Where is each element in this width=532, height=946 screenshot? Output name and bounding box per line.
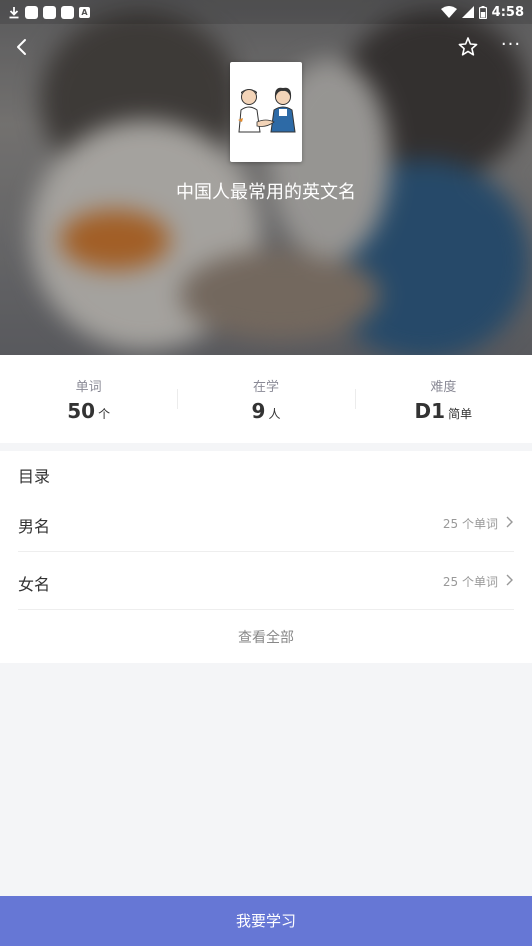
book-title: 中国人最常用的英文名 [176, 182, 356, 203]
view-all-link[interactable]: 查看全部 [0, 619, 532, 657]
book-cover [230, 62, 302, 162]
catalog-item-male-names[interactable]: 男名 25 个单词 [18, 494, 514, 552]
download-icon [9, 6, 19, 18]
catalog-item-name: 女名 [18, 575, 51, 594]
signal-icon [461, 6, 474, 18]
stat-unit: 人 [268, 407, 281, 421]
favorite-button[interactable] [454, 32, 482, 62]
wifi-icon [440, 6, 457, 18]
stats-panel: 单词 50 个 在学 9人 难度 D1 简单 [0, 355, 532, 443]
stat-unit: 简单 [448, 407, 473, 421]
stat-value: 50 [67, 399, 96, 423]
stat-learners: 在学 9人 [177, 355, 354, 443]
stat-difficulty: 难度 D1 简单 [354, 355, 532, 443]
chevron-right-icon [506, 574, 513, 586]
more-icon: ··· [500, 34, 522, 55]
battery-icon [478, 5, 487, 19]
back-button[interactable] [8, 32, 36, 62]
catalog-item-name: 男名 [18, 517, 51, 536]
notification-icon [61, 5, 74, 19]
catalog-section: 目录 男名 25 个单词 女名 25 个单词 查看全部 [0, 451, 532, 663]
status-time: 4:58 [491, 4, 524, 20]
catalog-item-female-names[interactable]: 女名 25 个单词 [18, 552, 514, 610]
chevron-right-icon [506, 516, 513, 528]
stat-value: D1 [414, 399, 446, 423]
catalog-title: 目录 [18, 467, 51, 486]
header-hero: A 4:58 ··· 中国人最常用的英文名 [0, 0, 532, 355]
top-bar: ··· [0, 30, 532, 66]
start-learning-button[interactable]: 我要学习 [0, 896, 532, 946]
catalog-item-count: 25 个单词 [442, 575, 498, 589]
a-icon: A [79, 6, 90, 18]
stat-label: 单词 [75, 380, 102, 395]
stat-label: 在学 [252, 380, 279, 395]
notification-icon [43, 5, 56, 19]
star-icon [458, 37, 478, 56]
notification-icon [25, 5, 38, 19]
back-arrow-icon [17, 39, 26, 55]
catalog-item-count: 25 个单词 [442, 517, 498, 531]
stat-words: 单词 50 个 [0, 355, 177, 443]
book-cover-illustration [238, 87, 296, 133]
more-button[interactable]: ··· [496, 32, 526, 62]
status-bar: A 4:58 [0, 0, 532, 24]
stat-value: 9 [251, 399, 266, 423]
stat-label: 难度 [430, 380, 457, 395]
stat-unit: 个 [98, 407, 111, 421]
